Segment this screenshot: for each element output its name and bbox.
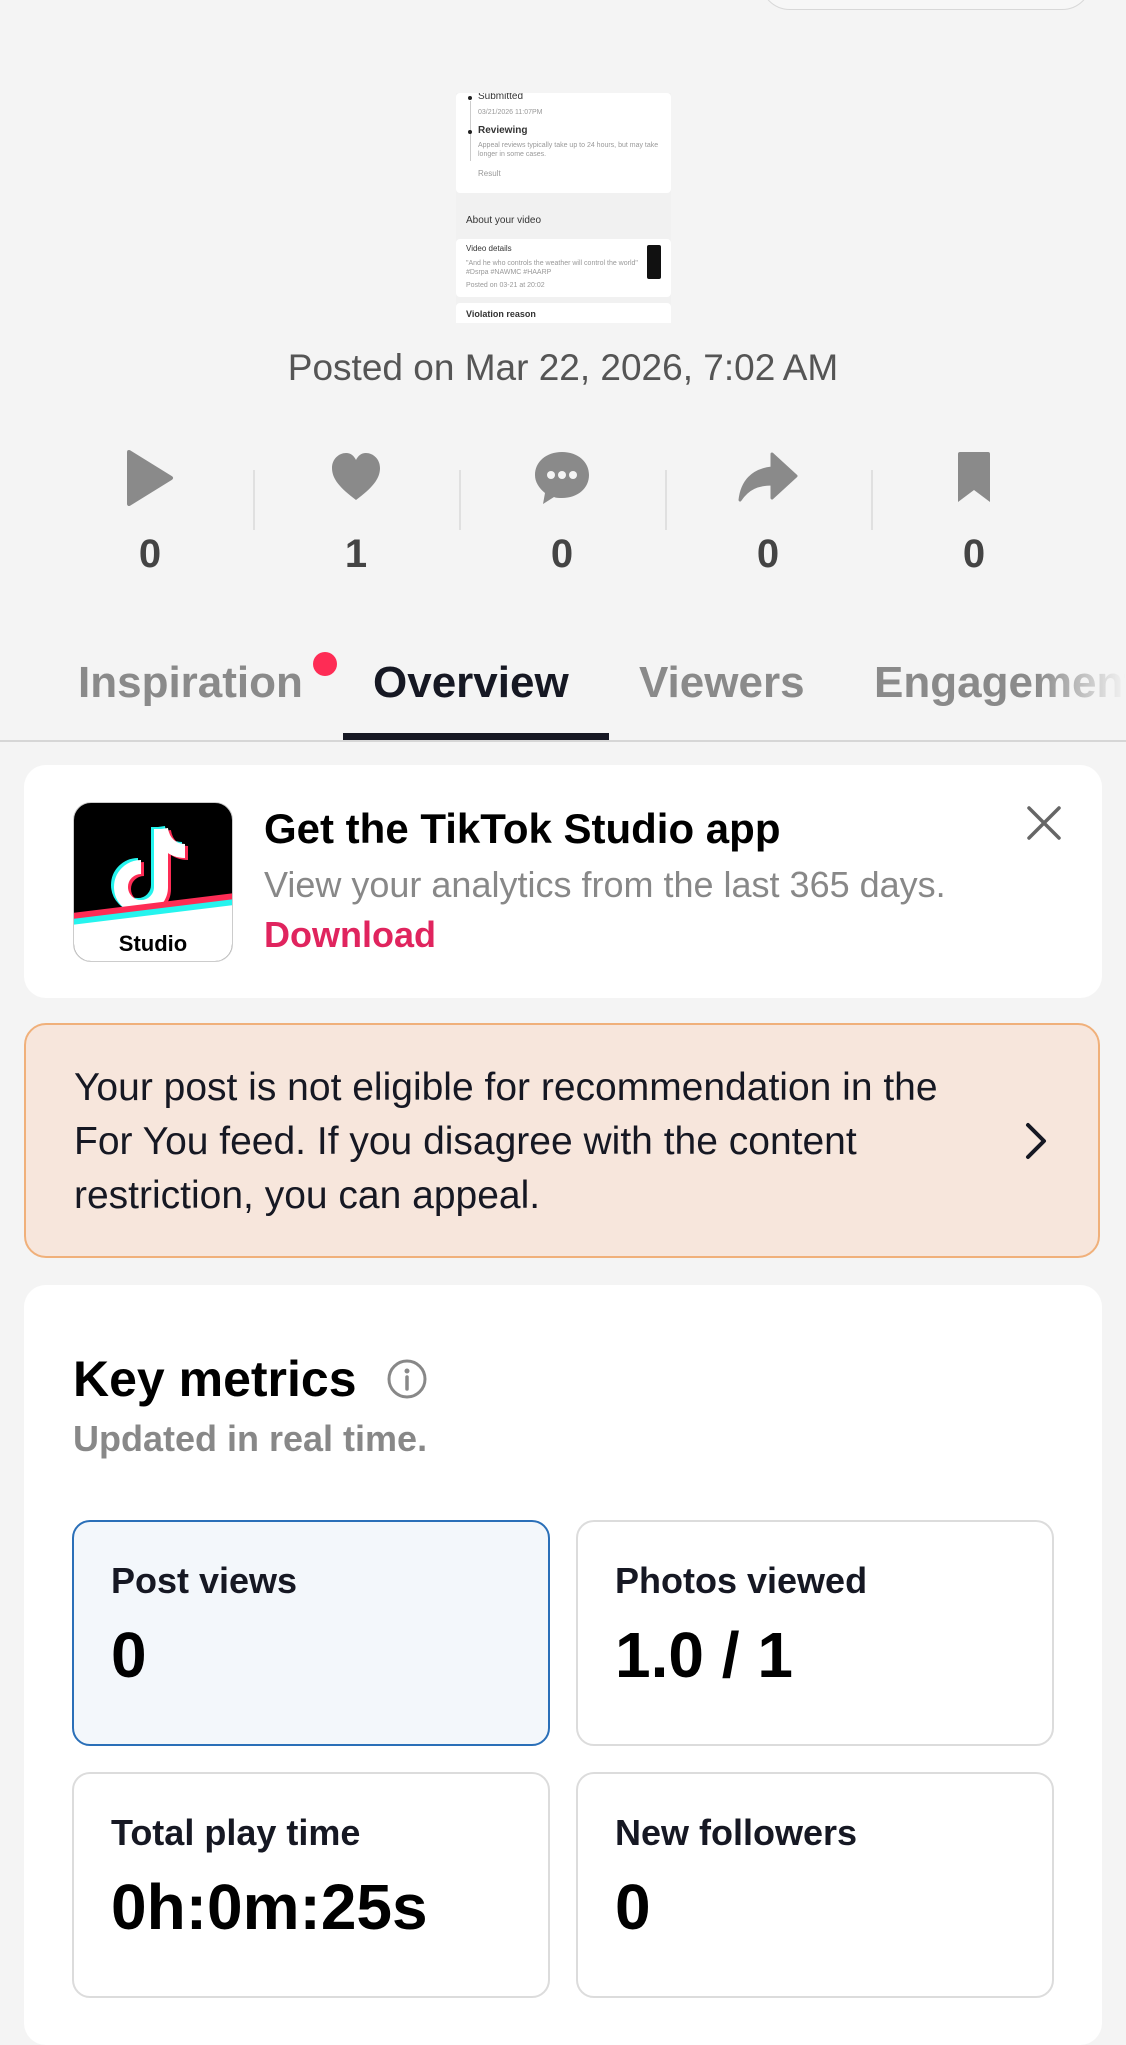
restriction-warning-banner[interactable]: Your post is not eligible for recommenda… <box>24 1023 1100 1258</box>
metric-card-photos-viewed[interactable]: Photos viewed 1.0 / 1 <box>576 1520 1054 1746</box>
thumb-details-title: Video details <box>466 244 512 253</box>
tab-viewers[interactable]: Viewers <box>639 658 805 708</box>
stat-plays: 0 <box>75 440 225 577</box>
thumb-step1-time: 03/21/2026 11:07PM <box>478 109 543 116</box>
metric-card-total-play-time[interactable]: Total play time 0h:0m:25s <box>72 1772 550 1998</box>
promo-description-text: View your analytics from the last 365 da… <box>264 864 946 905</box>
thumb-step2-desc: Appeal reviews typically take up to 24 h… <box>478 142 659 158</box>
stat-likes: 1 <box>281 440 431 577</box>
notification-dot <box>313 652 337 676</box>
stat-plays-value: 0 <box>138 532 162 576</box>
thumb-step2-title: Reviewing <box>478 125 528 136</box>
stats-row: 0 1 0 0 0 <box>0 440 1126 590</box>
key-metrics-section: Key metrics Updated in real time. Post v… <box>24 1285 1102 2045</box>
post-thumbnail[interactable]: Submitted 03/21/2026 11:07PM Reviewing A… <box>456 93 671 323</box>
tab-inspiration[interactable]: Inspiration <box>78 658 303 708</box>
stat-comments-value: 0 <box>550 532 574 576</box>
thumb-status-card: Submitted 03/21/2026 11:07PM Reviewing A… <box>456 93 671 193</box>
thumb-step1-title: Submitted <box>478 93 524 102</box>
active-tab-indicator <box>343 733 609 740</box>
tab-bar: Inspiration Overview Viewers Engagement <box>0 640 1126 742</box>
stat-saves: 0 <box>899 440 1049 577</box>
download-link[interactable]: Download <box>264 914 436 955</box>
restriction-warning-text: Your post is not eligible for recommenda… <box>74 1066 938 1217</box>
metric-label: Post views <box>111 1560 298 1601</box>
stat-shares-value: 0 <box>756 532 780 576</box>
tiktok-studio-app-icon: Studio <box>73 802 233 962</box>
tab-overview[interactable]: Overview <box>373 658 569 708</box>
stat-likes-value: 1 <box>344 532 368 576</box>
thumb-step3-title: Result <box>478 169 501 178</box>
metric-value: 0 <box>615 1871 651 1943</box>
thumb-video-preview <box>647 245 661 279</box>
close-icon[interactable] <box>1026 805 1062 841</box>
bookmark-icon <box>958 452 990 502</box>
metric-label: Photos viewed <box>615 1560 868 1601</box>
app-icon-label: Studio <box>118 931 188 956</box>
thumb-violation-card: Violation reason <box>456 303 671 323</box>
key-metrics-title: Key metrics <box>73 1351 357 1407</box>
stat-saves-value: 0 <box>962 532 986 576</box>
thumb-details-text: "And he who controls the weather will co… <box>466 260 638 276</box>
play-icon <box>127 450 173 506</box>
metric-card-post-views[interactable]: Post views 0 <box>72 1520 550 1746</box>
metric-label: New followers <box>615 1812 858 1853</box>
studio-app-promo: Studio Get the TikTok Studio app View yo… <box>24 765 1102 998</box>
stat-comments: 0 <box>487 440 637 577</box>
thumb-details-card: Video details "And he who controls the w… <box>456 239 671 297</box>
promo-description: View your analytics from the last 365 da… <box>264 860 964 960</box>
metric-value: 0 <box>111 1619 147 1691</box>
metric-label: Total play time <box>111 1812 361 1853</box>
top-pill-button[interactable] <box>760 0 1092 10</box>
comment-icon <box>535 452 589 504</box>
thumb-violation-title: Violation reason <box>466 309 536 319</box>
heart-icon <box>332 453 380 500</box>
promo-title: Get the TikTok Studio app <box>264 805 781 852</box>
thumb-about-heading: About your video <box>466 215 542 226</box>
metric-value: 0h:0m:25s <box>111 1871 428 1943</box>
metric-value: 1.0 / 1 <box>615 1619 793 1691</box>
info-icon[interactable] <box>386 1358 428 1400</box>
metric-card-new-followers[interactable]: New followers 0 <box>576 1772 1054 1998</box>
stat-shares: 0 <box>693 440 843 577</box>
share-icon <box>738 452 798 502</box>
thumb-details-posted: Posted on 03-21 at 20:02 <box>466 282 545 289</box>
posted-date: Posted on Mar 22, 2026, 7:02 AM <box>287 347 839 388</box>
key-metrics-subtitle: Updated in real time. <box>73 1418 428 1459</box>
chevron-right-icon <box>1026 1123 1046 1159</box>
